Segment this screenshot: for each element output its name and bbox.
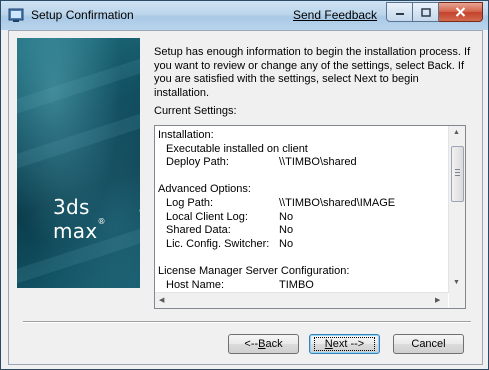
minimize-button[interactable]: [386, 2, 413, 22]
setting-key: Host Name:: [166, 278, 225, 291]
settings-row: Lic. Config. Switcher: No: [158, 238, 446, 252]
settings-list: Installation: Executable installed on cli…: [158, 129, 446, 292]
vertical-scroll-thumb[interactable]: [451, 146, 464, 202]
setting-value: No: [279, 210, 294, 223]
window-controls: [386, 2, 483, 22]
setting-key: License Manager Server Configuration:: [158, 264, 350, 277]
setting-value: \\TIMBO\shared: [279, 156, 357, 169]
close-icon: [455, 7, 466, 17]
settings-row: Local Client Log: No: [158, 211, 446, 225]
window-title: Setup Confirmation: [31, 8, 134, 22]
settings-row: Advanced Options:: [158, 183, 446, 197]
product-version: 5: [138, 193, 140, 218]
intro-text: Setup has enough information to begin th…: [154, 46, 471, 99]
cancel-button[interactable]: Cancel: [393, 334, 464, 354]
maximize-button[interactable]: [413, 2, 439, 22]
setting-key: Local Client Log:: [166, 210, 248, 223]
scrollbar-corner: [449, 293, 465, 308]
back-button[interactable]: <--Back: [228, 334, 299, 354]
horizontal-scrollbar[interactable]: ◀ ▶: [155, 292, 448, 308]
setting-key: Advanced Options:: [158, 183, 251, 196]
product-name: 3ds max®: [53, 195, 106, 243]
settings-row: [158, 170, 446, 184]
scroll-right-arrow-icon[interactable]: ▶: [435, 296, 440, 304]
setting-key: Shared Data:: [166, 224, 231, 237]
close-button[interactable]: [439, 2, 483, 22]
settings-row: Installation:: [158, 129, 446, 143]
setting-key: Lic. Config. Switcher:: [166, 237, 270, 250]
current-settings-label: Current Settings:: [154, 105, 237, 117]
vertical-scrollbar[interactable]: ▲ ▼: [448, 126, 465, 293]
title-bar[interactable]: Setup Confirmation Send Feedback: [1, 1, 488, 30]
scroll-up-arrow-icon[interactable]: ▲: [453, 129, 460, 136]
settings-row: [158, 251, 446, 265]
settings-row: Shared Data: No: [158, 224, 446, 238]
next-button[interactable]: Next -->: [309, 334, 380, 354]
setting-key: Deploy Path:: [166, 156, 229, 169]
send-feedback-link[interactable]: Send Feedback: [293, 8, 377, 22]
settings-row: License Manager Server Configuration:: [158, 265, 446, 279]
settings-row: Deploy Path: \\TIMBO\shared: [158, 156, 446, 170]
button-area-divider: [23, 321, 471, 323]
setting-value: \\TIMBO\shared\IMAGE: [279, 196, 396, 209]
settings-row: Log Path: \\TIMBO\shared\IMAGE: [158, 197, 446, 211]
setting-value: No: [279, 224, 294, 237]
product-banner-image: 3ds max® 5: [17, 38, 140, 288]
setting-key: Log Path:: [166, 196, 214, 209]
back-button-label: <--Back: [244, 338, 283, 350]
settings-row: Executable installed on client: [158, 143, 446, 157]
current-settings-listbox[interactable]: Installation: Executable installed on cli…: [154, 125, 466, 309]
registered-mark: ®: [97, 217, 106, 226]
setting-key: Installation:: [158, 129, 214, 141]
maximize-icon: [420, 7, 431, 17]
setup-app-icon: [8, 8, 24, 22]
setting-value: No: [279, 237, 294, 250]
setting-value: TIMBO: [279, 278, 314, 291]
setting-key: Executable installed on client: [166, 142, 308, 155]
setup-confirmation-window: Setup Confirmation Send Feedback 3ds max…: [0, 0, 489, 370]
next-button-label: Next -->: [313, 337, 376, 351]
scroll-left-arrow-icon[interactable]: ◀: [159, 296, 164, 304]
minimize-icon: [395, 13, 404, 15]
scroll-down-arrow-icon[interactable]: ▼: [453, 279, 460, 286]
settings-row: Host Name: TIMBO: [158, 279, 446, 293]
